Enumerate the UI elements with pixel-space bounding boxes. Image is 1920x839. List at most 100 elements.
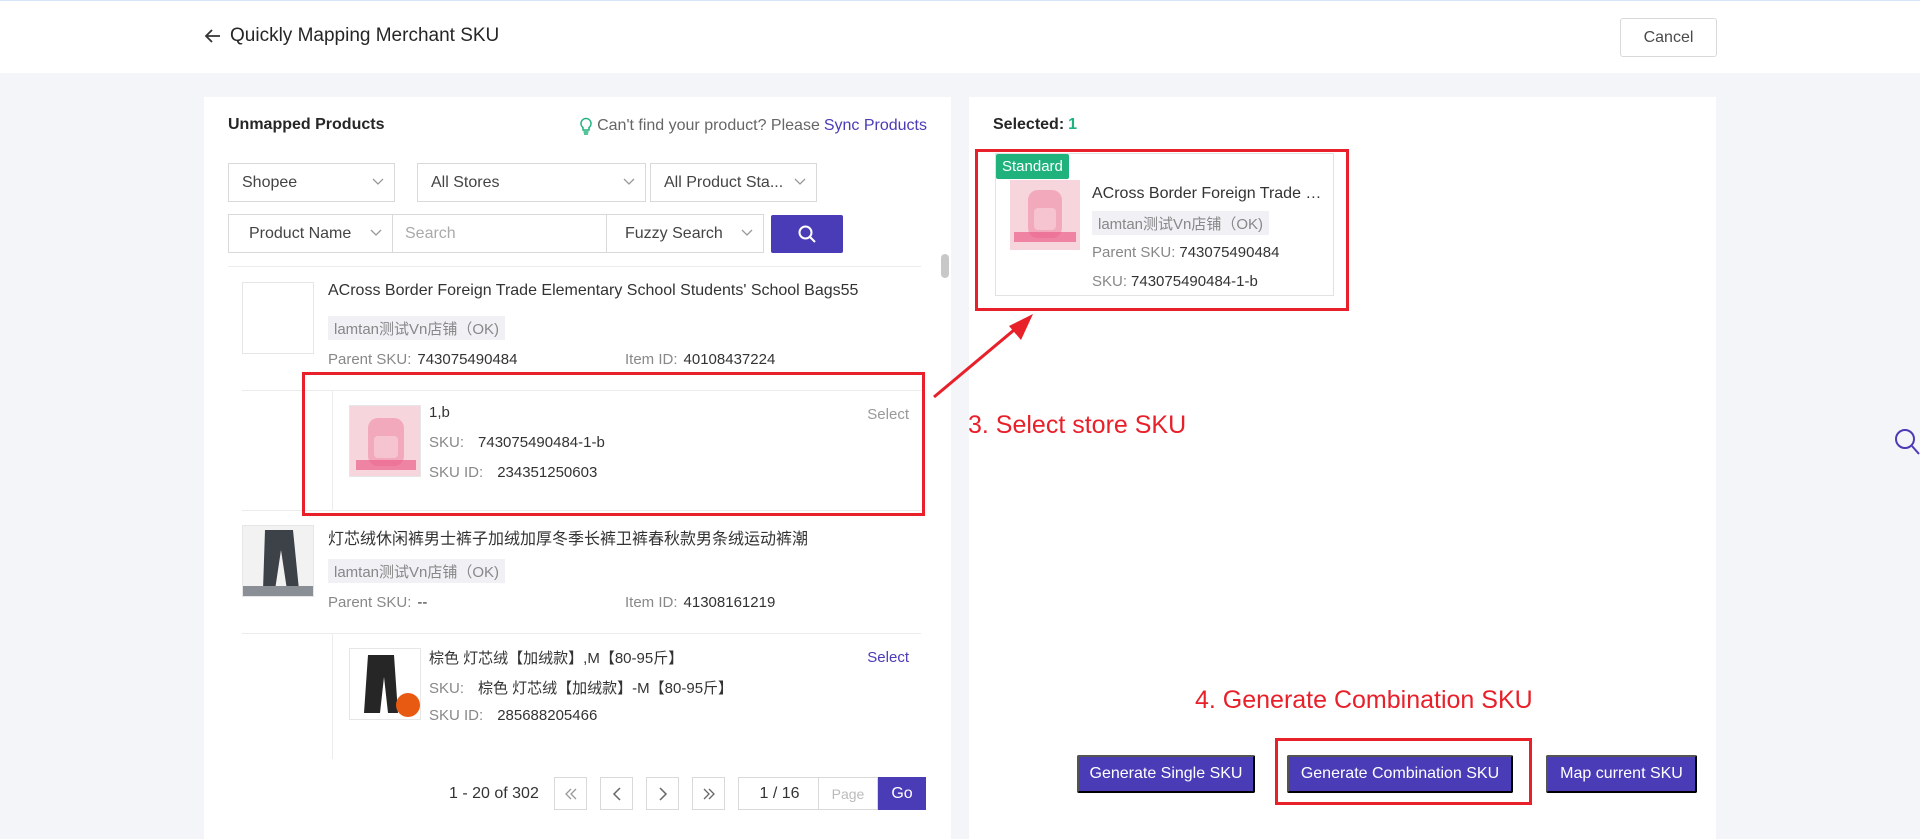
pagination-total: 1 - 20 of 302 [449, 784, 539, 802]
status-value: All Product Sta... [664, 173, 784, 191]
page-input[interactable]: Page [818, 777, 878, 810]
store-select[interactable]: All Stores [417, 163, 646, 202]
search-mode-select[interactable]: Fuzzy Search [606, 214, 764, 253]
product-list: ACross Border Foreign Trade Elementary S… [228, 266, 921, 759]
select-link[interactable]: Select [867, 406, 909, 423]
parent-sku-value: 743075490484 [1179, 244, 1280, 261]
store-tag: lamtan测试Vn店铺（OK) [328, 559, 506, 583]
top-bar: Quickly Mapping Merchant SKU Cancel [0, 0, 1920, 73]
standard-badge: Standard [996, 154, 1069, 179]
store-tag: lamtan测试Vn店铺（OK) [328, 316, 506, 340]
item-id: Item ID: 40108437224 [625, 351, 775, 368]
product-image [242, 282, 314, 354]
selected-panel: Selected: 1 Standard ACross Border Foreig… [969, 97, 1716, 839]
sku-value: 743075490484-1-b [478, 434, 605, 451]
variant-image [349, 648, 421, 720]
selected-count: 1 [1068, 116, 1078, 133]
list-scrollbar[interactable] [941, 254, 949, 278]
double-chevron-right-icon [703, 788, 715, 799]
annotation-step4: 4. Generate Combination SKU [1195, 686, 1533, 714]
chevron-right-icon [658, 786, 667, 801]
double-chevron-left-icon [564, 788, 576, 799]
generate-combination-sku-button[interactable]: Generate Combination SKU [1287, 755, 1513, 793]
item-id: Item ID: 41308161219 [625, 594, 775, 611]
search-icon [798, 225, 816, 243]
card-parent-sku: Parent SKU: 743075490484 [1092, 244, 1279, 261]
sku-id-label: SKU ID: [429, 464, 484, 481]
arrow-left-icon [204, 29, 220, 43]
variant-name: 棕色 灯芯绒【加绒款】,M【80-95斤】 [429, 650, 684, 667]
cancel-button[interactable]: Cancel [1620, 18, 1717, 57]
variant-row: 1,b SKU: 743075490484-1-b SKU ID: 23435125… [332, 390, 921, 510]
pink-backpack-image [1010, 180, 1080, 250]
sku-label: SKU: [429, 434, 465, 451]
back-button[interactable]: Quickly Mapping Merchant SKU [204, 25, 499, 47]
list-item: 灯芯绒休闲裤男士裤子加绒加厚冬季长裤卫裤春秋款男条绒运动裤潮 lamtan测试V… [228, 510, 921, 759]
item-id-value: 40108437224 [683, 351, 776, 368]
lightbulb-icon [580, 117, 592, 135]
parent-sku: Parent SKU: -- [328, 594, 427, 611]
annotation-step3: 3. Select store SKU [968, 411, 1187, 439]
select-link[interactable]: Select [867, 649, 909, 666]
list-item: ACross Border Foreign Trade Elementary S… [228, 267, 921, 517]
go-button[interactable]: Go [878, 777, 926, 810]
product-image [242, 525, 314, 597]
store-value: All Stores [431, 173, 500, 191]
item-id-label: Item ID: [625, 594, 678, 611]
next-page-button[interactable] [646, 777, 679, 810]
variant-image [349, 405, 421, 477]
unmapped-products-panel: Unmapped Products Can't find your produc… [204, 97, 951, 839]
variant-name: 1,b [429, 404, 450, 421]
platform-select[interactable]: Shopee [228, 163, 395, 202]
card-product-name: ACross Border Foreign Trade El... [1092, 185, 1327, 202]
platform-value: Shopee [242, 173, 298, 191]
card-sku: SKU: 743075490484-1-b [1092, 273, 1258, 290]
sku-label: SKU: [1092, 273, 1128, 290]
chevron-down-icon [623, 178, 635, 185]
sku-id-value: 285688205466 [497, 707, 598, 724]
current-page: 1 / 16 [738, 777, 821, 810]
annotation-arrow [933, 314, 1033, 399]
help-text: Can't find your product? Please [597, 117, 820, 134]
page-title: Quickly Mapping Merchant SKU [230, 25, 500, 46]
first-page-button[interactable] [554, 777, 587, 810]
card-store-tag: lamtan测试Vn店铺（OK) [1092, 211, 1270, 235]
card-image [1010, 180, 1080, 250]
generate-single-sku-button[interactable]: Generate Single SKU [1077, 755, 1255, 793]
selected-label: Selected: [993, 116, 1065, 133]
chevron-down-icon [370, 229, 382, 236]
search-mode-value: Fuzzy Search [625, 224, 723, 242]
sku-id-label: SKU ID: [429, 707, 484, 724]
search-field-value: Product Name [249, 224, 352, 242]
panel-title: Unmapped Products [228, 116, 385, 133]
chevron-left-icon [612, 786, 621, 801]
chevron-down-icon [794, 178, 806, 185]
variant-sku-id: SKU ID: 234351250603 [429, 464, 597, 481]
parent-sku-label: Parent SKU: [1092, 244, 1176, 261]
sync-hint: Can't find your product? Please Sync Pro… [579, 117, 927, 135]
variant-sku-id: SKU ID: 285688205466 [429, 707, 597, 724]
status-select[interactable]: All Product Sta... [650, 163, 817, 202]
variant-sku: SKU: 棕色 灯芯绒【加绒款】-M【80-95斤】 [429, 677, 733, 698]
map-current-sku-button[interactable]: Map current SKU [1546, 755, 1697, 793]
product-name: ACross Border Foreign Trade Elementary S… [328, 282, 859, 299]
search-icon[interactable] [1894, 428, 1920, 456]
selected-sku-card: Standard ACross Border Foreign Trade El.… [995, 153, 1334, 296]
search-input[interactable]: Search [393, 214, 610, 253]
chevron-down-icon [372, 178, 384, 185]
search-button[interactable] [771, 215, 843, 253]
sku-value: 743075490484-1-b [1131, 273, 1258, 290]
sync-products-link[interactable]: Sync Products [824, 117, 927, 135]
sku-value: 棕色 灯芯绒【加绒款】-M【80-95斤】 [478, 680, 734, 697]
search-field-select[interactable]: Product Name [228, 214, 393, 253]
product-name: 灯芯绒休闲裤男士裤子加绒加厚冬季长裤卫裤春秋款男条绒运动裤潮 [328, 531, 809, 548]
brown-pants-image [350, 649, 420, 719]
sku-id-value: 234351250603 [497, 464, 598, 481]
item-id-label: Item ID: [625, 351, 678, 368]
pink-backpack-image [350, 406, 420, 476]
parent-sku-value: -- [417, 594, 428, 611]
chevron-down-icon [741, 229, 753, 236]
last-page-button[interactable] [692, 777, 725, 810]
parent-sku-label: Parent SKU: [328, 594, 412, 611]
prev-page-button[interactable] [600, 777, 633, 810]
